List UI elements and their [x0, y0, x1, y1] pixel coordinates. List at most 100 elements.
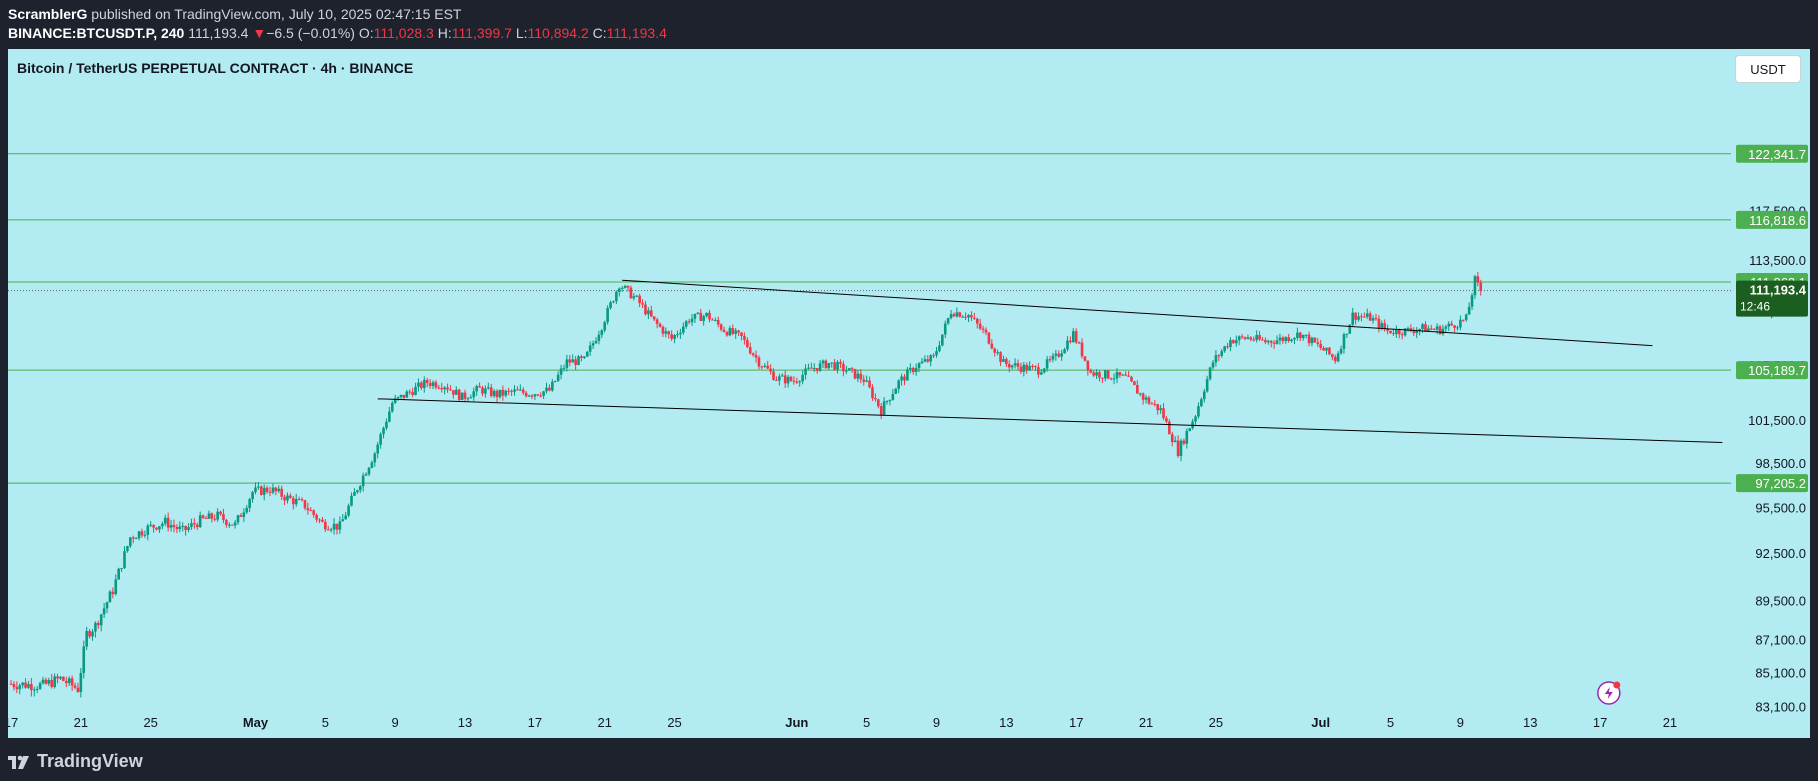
candle-body	[879, 406, 883, 415]
candle-body	[1406, 328, 1410, 330]
candle-body	[769, 368, 772, 372]
candle-body	[233, 522, 237, 526]
candle-body	[914, 368, 918, 372]
candle-body	[181, 525, 185, 527]
candle-body	[746, 339, 749, 348]
candle-body	[687, 321, 691, 323]
candle-body	[210, 513, 214, 519]
candle-body	[358, 486, 362, 491]
candle-body	[1002, 359, 1005, 362]
candle-body	[1397, 329, 1401, 335]
candle-body	[975, 318, 979, 324]
candle-body	[1162, 408, 1165, 419]
tradingview-logo[interactable]: TradingView	[8, 751, 143, 771]
candle-body	[1147, 397, 1151, 404]
candle-body	[801, 374, 804, 382]
candle-body	[259, 486, 263, 495]
candle-body	[1351, 312, 1355, 325]
time-tick-label: 13	[458, 715, 472, 730]
candle-body	[591, 343, 595, 346]
candle-body	[425, 379, 429, 384]
candle-body	[964, 316, 967, 318]
candle-body	[1435, 326, 1439, 330]
candle-body	[1461, 319, 1465, 321]
candle-body	[1441, 328, 1445, 335]
time-tick-label: 17	[1069, 715, 1083, 730]
candle-body	[519, 389, 522, 391]
candle-body	[911, 367, 915, 372]
trendline-lower[interactable]	[377, 398, 1723, 444]
candle-body	[1124, 374, 1127, 376]
candle-body	[638, 295, 641, 304]
candle-body	[1173, 440, 1177, 443]
candle-body	[175, 527, 179, 530]
candle-body	[1202, 391, 1206, 400]
candle-body	[94, 622, 97, 632]
candle-body	[1299, 332, 1302, 339]
candle-body	[99, 614, 103, 626]
candle-body	[670, 334, 673, 339]
candle-body	[1345, 333, 1349, 335]
chart-panel[interactable]: 83,100.0 85,100.0 87,100.0 89,500.0 92,500.0…	[8, 49, 1810, 738]
candle-body	[1200, 399, 1203, 407]
level-label: 122,341.7	[1748, 147, 1806, 162]
candle-body	[507, 390, 510, 392]
candle-body	[35, 688, 39, 690]
candle-body	[853, 368, 857, 379]
candle-body	[818, 363, 822, 371]
candle-body	[559, 368, 563, 375]
candle-body	[885, 401, 889, 403]
candle-body	[783, 375, 787, 384]
author-name[interactable]: ScramblerG	[8, 6, 87, 22]
candle-body	[740, 332, 743, 337]
candle-body	[1138, 393, 1142, 395]
candle-body	[370, 462, 374, 468]
candle-body	[59, 676, 62, 679]
candle-body	[775, 379, 778, 381]
candle-body	[1395, 329, 1398, 335]
candle-body	[1325, 347, 1328, 351]
candle-body	[262, 487, 266, 495]
candle-body	[553, 381, 557, 383]
candle-body	[329, 529, 333, 531]
candle-body	[868, 380, 871, 388]
candle-body	[932, 355, 935, 357]
candle-body	[603, 322, 607, 331]
candle-body	[361, 475, 365, 487]
candle-body	[315, 514, 318, 520]
candle-body	[1400, 334, 1404, 336]
candle-body	[676, 334, 679, 336]
candle-body	[1429, 328, 1433, 330]
candle-body	[1459, 319, 1462, 328]
candle-body	[1240, 336, 1244, 338]
trendline-upper[interactable]	[622, 279, 1653, 347]
candle-body	[172, 525, 176, 528]
time-tick-label: 13	[1523, 715, 1537, 730]
candle-body	[1034, 366, 1037, 368]
candle-body	[556, 374, 560, 382]
candle-body	[1331, 354, 1334, 357]
candle-body	[574, 359, 577, 365]
time-tick-label: 17	[1593, 715, 1607, 730]
candle-body	[1328, 347, 1331, 355]
candle-body	[722, 329, 726, 332]
candle-body	[839, 361, 842, 364]
candle-body	[1316, 342, 1320, 344]
candle-body	[711, 319, 714, 321]
price-chart[interactable]: 83,100.0 85,100.0 87,100.0 89,500.0 92,500.0…	[8, 49, 1810, 738]
candle-body	[1074, 331, 1078, 343]
candle-body	[350, 495, 353, 506]
candle-body	[390, 403, 394, 412]
candle-body	[1421, 324, 1424, 329]
candle-body	[906, 369, 909, 381]
candle-body	[1360, 316, 1363, 318]
currency-button[interactable]: USDT	[1735, 55, 1801, 83]
candle-body	[382, 427, 385, 435]
level-label: 97,205.2	[1755, 476, 1806, 491]
candle-body	[1438, 326, 1442, 335]
candle-body	[585, 351, 589, 357]
candle-body	[993, 348, 997, 353]
candle-body	[431, 382, 435, 386]
candle-body	[402, 394, 406, 398]
candle-body	[41, 679, 45, 684]
